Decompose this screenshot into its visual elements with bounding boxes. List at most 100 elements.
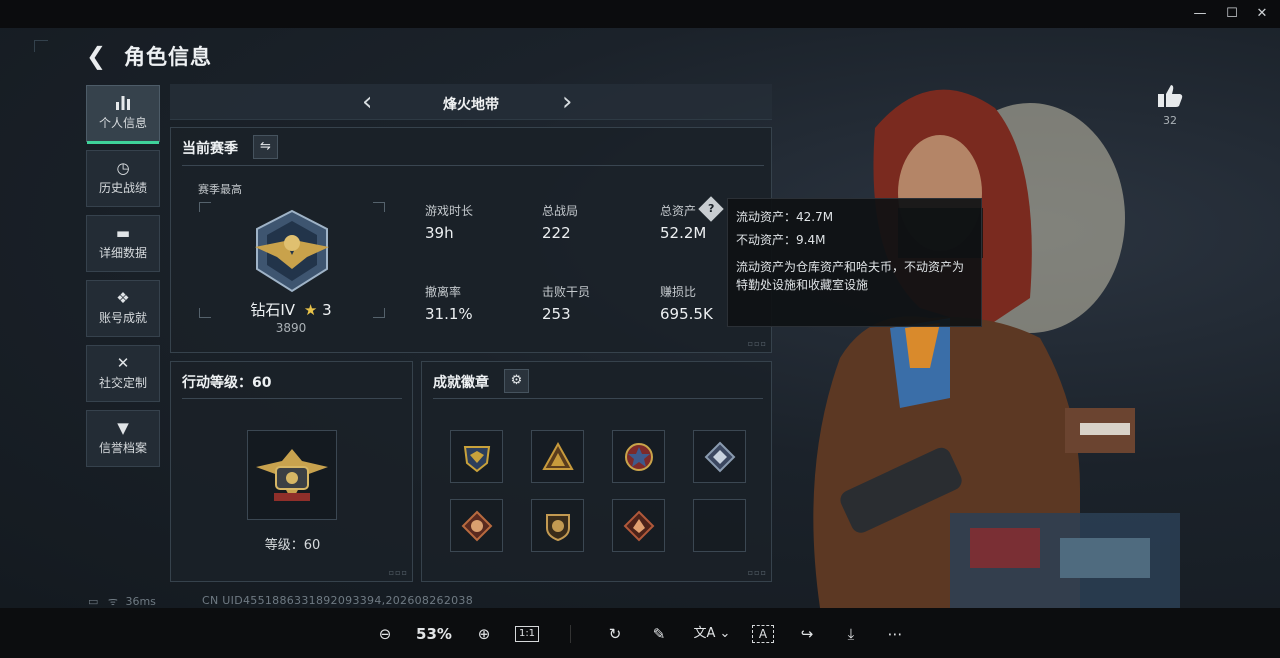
badge-fox[interactable] [450, 499, 503, 552]
like-button[interactable]: 32 [1155, 84, 1185, 127]
sidebar-item-label: 历史战绩 [98, 181, 147, 195]
zoom-in-icon[interactable]: ⊕ [473, 624, 495, 644]
stat-label-assets: 总资产 [660, 204, 697, 218]
sidebar-item-label: 详细数据 [98, 246, 147, 260]
frame-corner [199, 202, 211, 212]
battery-icon: ▭ [88, 595, 99, 608]
action-level-panel: 行动等级：60 等级：60 ▫▫▫ [170, 361, 413, 582]
stat-value-matches: 222 [542, 224, 571, 242]
zoom-out-icon[interactable]: ⊖ [374, 624, 396, 644]
corner-decoration [34, 40, 48, 52]
badge-eagle[interactable] [450, 430, 503, 483]
level-text: 等级：60 [264, 538, 321, 553]
uid-text: CN UID4551886331892093394,202608262038 [202, 594, 474, 607]
like-count: 32 [1163, 114, 1177, 127]
stat-label-matches: 总战局 [542, 204, 579, 218]
eagle-badge-icon [463, 446, 491, 473]
tools-icon: ✕ [116, 354, 130, 372]
rank-emblem [255, 209, 329, 293]
stat-label-profit-ratio: 赚损比 [660, 285, 697, 299]
panel-corner-dots: ▫▫▫ [747, 339, 767, 348]
clock-icon: ◷ [116, 159, 130, 177]
maximize-icon[interactable]: ☐ [1220, 4, 1244, 24]
help-icon[interactable]: ? [698, 196, 724, 222]
trophy-icon: ❖ [116, 289, 130, 307]
sidebar-item-history[interactable]: ◷ 历史战绩 [86, 150, 160, 207]
badges-title: 成就徽章 [433, 375, 489, 391]
sidebar-item-label: 社交定制 [98, 376, 147, 390]
character-portrait [813, 89, 1180, 608]
rank-name: 钻石IV [250, 301, 296, 319]
text-recognize-icon[interactable]: A [752, 625, 774, 643]
badge-empty-slot[interactable] [693, 499, 746, 552]
status-bar: ▭ ᯤ 36ms [88, 594, 156, 608]
tooltip-fixed-assets: 不动资产：9.4M [736, 233, 826, 247]
season-best-label: 赛季最高 [198, 183, 242, 196]
minimize-icon[interactable]: — [1188, 4, 1212, 24]
stat-value-kills: 253 [542, 305, 571, 323]
star-badge-icon [625, 443, 653, 471]
page-title: 角色信息 [124, 45, 212, 69]
actual-size-button[interactable]: 1:1 [515, 626, 539, 642]
sidebar-item-social[interactable]: ✕ 社交定制 [86, 345, 160, 402]
action-level-title: 行动等级：60 [182, 375, 272, 391]
rank-stars: 3 [322, 301, 332, 319]
badge-settings-button[interactable]: ⚙ [504, 369, 529, 393]
translate-icon[interactable]: 文A ⌄ [692, 624, 732, 644]
more-icon[interactable]: ⋯ [884, 624, 906, 644]
toolbar-separator [570, 625, 571, 643]
lion-badge-icon [546, 514, 570, 542]
divider [182, 165, 764, 166]
fox-badge-icon [461, 510, 493, 542]
back-arrow-icon[interactable]: ❮ [86, 42, 112, 70]
badge-diamond[interactable] [693, 430, 746, 483]
divider [433, 398, 763, 399]
stat-value-extract-rate: 31.1% [425, 305, 473, 323]
share-icon[interactable]: ↪ [796, 624, 818, 644]
badge-pyramid[interactable] [531, 430, 584, 483]
badge-star[interactable] [612, 430, 665, 483]
switch-season-button[interactable]: ⇋ [253, 135, 278, 159]
badge-dragon[interactable] [612, 499, 665, 552]
divider [182, 398, 402, 399]
level-emblem [256, 449, 328, 501]
stat-value-profit-ratio: 695.5K [660, 305, 713, 323]
panel-corner-dots: ▫▫▫ [388, 568, 408, 577]
mode-selector: ‹ 烽火地带 › [170, 84, 772, 120]
level-emblem-frame [247, 430, 337, 520]
season-panel: 当前赛季 ⇋ 赛季最高 钻石IV ★ 3 3890 游戏时长 39h 总战局 2… [170, 127, 772, 353]
rotate-icon[interactable]: ↻ [604, 624, 626, 644]
stat-label-extract-rate: 撤离率 [425, 285, 462, 299]
game-screen: ❮ 角色信息 个人信息 ◷ 历史战绩 ▬ 详细数据 ❖ 账号成就 ✕ 社交定制 … [0, 28, 1280, 608]
stat-value-assets: 52.2M [660, 224, 707, 242]
stat-label-playtime: 游戏时长 [425, 204, 474, 218]
wifi-icon: ᯤ [107, 595, 118, 608]
panel-corner-dots: ▫▫▫ [747, 568, 767, 577]
bar-chart-icon [87, 86, 159, 112]
mode-name: 烽火地带 [443, 97, 499, 113]
ping-text: 36ms [125, 595, 156, 608]
sidebar-item-label: 信誉档案 [98, 441, 147, 455]
sidebar-item-reputation[interactable]: ▼ 信誉档案 [86, 410, 160, 467]
viewer-toolbar: ⊖ 53% ⊕ 1:1 ↻ ✎ 文A ⌄ A ↪ ⤓ ⋯ [0, 608, 1280, 658]
thumbs-up-icon [1158, 85, 1183, 107]
shield-icon: ▼ [117, 419, 129, 437]
rank-points: 3890 [275, 321, 307, 335]
rank-line: 钻石IV ★ 3 [171, 299, 411, 320]
download-icon[interactable]: ⤓ [840, 624, 862, 644]
sidebar-item-achievements[interactable]: ❖ 账号成就 [86, 280, 160, 337]
dragon-badge-icon [623, 510, 655, 542]
season-title: 当前赛季 [182, 141, 238, 157]
next-mode-button[interactable]: › [562, 87, 572, 117]
badge-lion[interactable] [531, 499, 584, 552]
sidebar-item-personal-info[interactable]: 个人信息 [86, 85, 160, 144]
tooltip-note: 流动资产为仓库资产和哈夫币，不动资产为特勤处设施和收藏室设施 [736, 260, 965, 292]
sidebar: 个人信息 ◷ 历史战绩 ▬ 详细数据 ❖ 账号成就 ✕ 社交定制 ▼ 信誉档案 [86, 85, 160, 475]
sidebar-item-label: 账号成就 [98, 311, 147, 325]
sidebar-item-details[interactable]: ▬ 详细数据 [86, 215, 160, 272]
stat-value-playtime: 39h [425, 224, 454, 242]
edit-pen-icon[interactable]: ✎ [648, 624, 670, 644]
assets-tooltip: 流动资产：42.7M 不动资产：9.4M 流动资产为仓库资产和哈夫币，不动资产为… [727, 198, 982, 327]
star-icon: ★ [303, 301, 318, 319]
close-icon[interactable]: ✕ [1250, 4, 1274, 24]
